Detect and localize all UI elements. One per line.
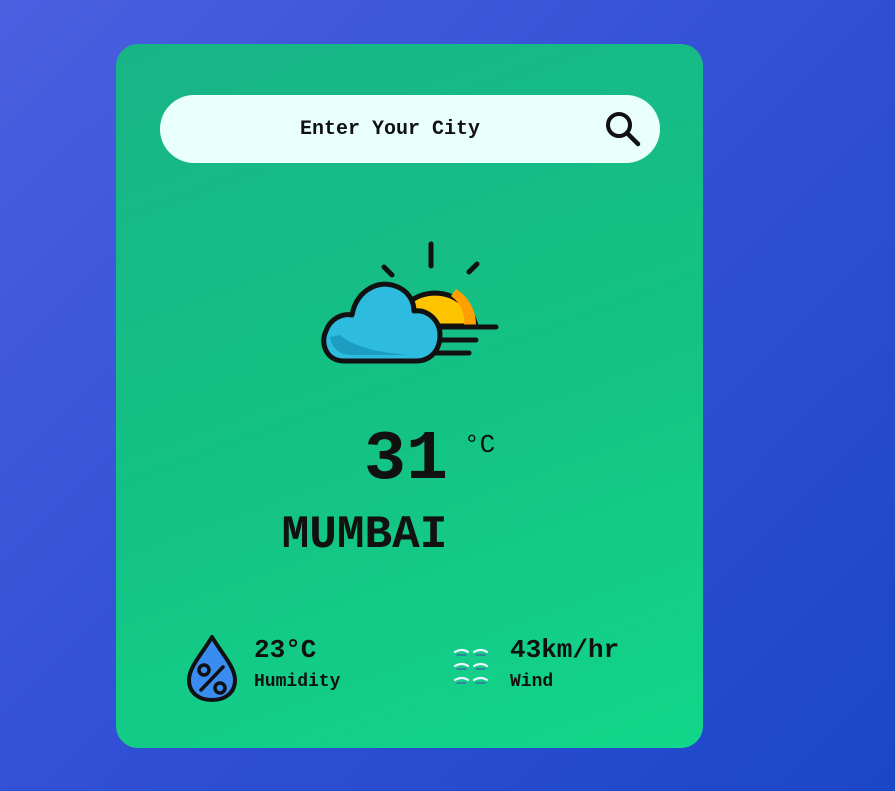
humidity-value: 23°C	[254, 635, 317, 665]
humidity-drop-icon	[187, 635, 237, 702]
wind-value: 43km/hr	[510, 635, 620, 665]
weather-card: 31 °C MUMBAI 23°C Humidity 43km/hr Wind	[116, 44, 703, 748]
cloud-sun-icon	[321, 241, 499, 364]
search-button[interactable]	[604, 110, 642, 148]
temperature-value: 31	[364, 421, 449, 500]
humidity-label: Humidity	[254, 672, 341, 692]
search-bar	[160, 95, 660, 163]
city-name: MUMBAI	[281, 509, 448, 561]
weather-condition	[316, 239, 501, 369]
search-icon	[606, 112, 641, 147]
wind-label: Wind	[510, 672, 554, 692]
temperature-unit: °C	[464, 430, 496, 460]
city-search-input[interactable]	[200, 95, 580, 163]
wind-icon	[453, 648, 489, 684]
